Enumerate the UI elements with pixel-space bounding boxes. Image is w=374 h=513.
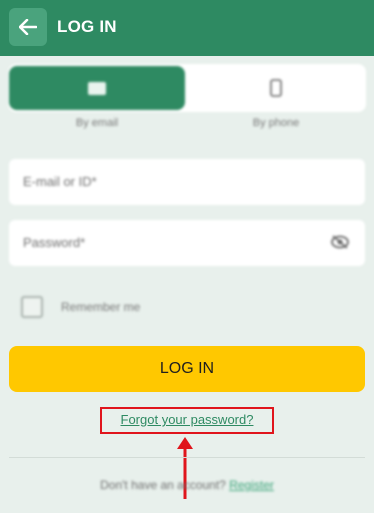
phone-icon bbox=[270, 79, 282, 97]
password-field[interactable]: Password* bbox=[9, 220, 365, 266]
register-row: Don't have an account? Register bbox=[0, 478, 374, 492]
eye-icon[interactable] bbox=[331, 235, 349, 249]
divider bbox=[9, 457, 365, 458]
tab-label-phone: By phone bbox=[252, 117, 300, 129]
password-placeholder: Password* bbox=[23, 235, 86, 250]
back-button[interactable] bbox=[9, 8, 47, 46]
forgot-password-link[interactable]: Forgot your password? bbox=[100, 412, 274, 427]
register-link[interactable]: Register bbox=[229, 478, 274, 492]
remember-me-label: Remember me bbox=[61, 300, 141, 314]
checkbox[interactable] bbox=[21, 296, 43, 318]
register-prompt: Don't have an account? bbox=[100, 478, 226, 492]
tab-by-email[interactable] bbox=[9, 66, 185, 110]
email-placeholder: E-mail or ID* bbox=[23, 174, 97, 189]
tab-by-phone[interactable] bbox=[188, 66, 364, 110]
app-header: LOG IN bbox=[0, 0, 374, 56]
tab-label-email: By email bbox=[75, 117, 119, 129]
envelope-icon bbox=[88, 81, 106, 95]
login-button[interactable]: LOG IN bbox=[9, 346, 365, 392]
page-title: LOG IN bbox=[57, 17, 117, 36]
arrow-left-icon bbox=[19, 19, 37, 35]
remember-me-checkbox[interactable]: Remember me bbox=[21, 296, 140, 318]
email-field[interactable]: E-mail or ID* bbox=[9, 159, 365, 205]
